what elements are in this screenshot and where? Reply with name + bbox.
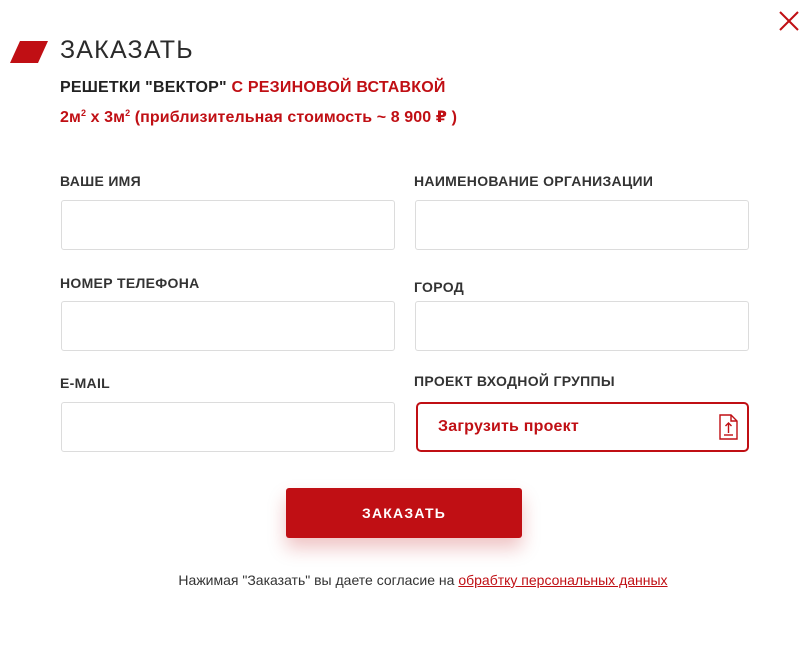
phone-label: НОМЕР ТЕЛЕФОНА: [60, 275, 200, 291]
org-label: НАИМЕНОВАНИЕ ОРГАНИЗАЦИИ: [414, 173, 654, 189]
city-input[interactable]: [415, 301, 749, 351]
name-input[interactable]: [61, 200, 395, 250]
email-label: E-MAIL: [60, 375, 111, 391]
modal-title: ЗАКАЗАТЬ: [60, 36, 194, 64]
product-variant: С РЕЗИНОВОЙ ВСТАВКОЙ: [231, 79, 446, 96]
upload-project-button[interactable]: Загрузить проект: [416, 402, 749, 452]
product-name: РЕШЕТКИ "ВЕКТОР" С РЕЗИНОВОЙ ВСТАВКОЙ: [60, 79, 446, 97]
privacy-link[interactable]: обрабтку персональных данных: [458, 572, 667, 588]
modal-header: ЗАКАЗАТЬ: [8, 36, 194, 65]
size-height: х 3м: [86, 109, 126, 126]
product-size-price: 2м2 х 3м2 (приблизительная стоимость ~ 8…: [60, 107, 457, 127]
name-label: ВАШЕ ИМЯ: [60, 173, 142, 189]
org-input[interactable]: [415, 200, 749, 250]
consent-prefix: Нажимая "Заказать" вы даете согласие на: [178, 572, 459, 588]
product-name-main: РЕШЕТКИ "ВЕКТОР": [60, 79, 227, 96]
close-icon[interactable]: [776, 8, 802, 34]
project-label: ПРОЕКТ ВХОДНОЙ ГРУППЫ: [414, 373, 615, 389]
submit-order-button[interactable]: ЗАКАЗАТЬ: [286, 488, 522, 538]
brand-parallelogram-icon: [10, 40, 48, 63]
file-upload-icon: [719, 414, 738, 440]
upload-project-label: Загрузить проект: [438, 418, 579, 435]
city-label: ГОРОД: [414, 279, 464, 295]
consent-text: Нажимая "Заказать" вы даете согласие на …: [0, 572, 810, 588]
phone-input[interactable]: [61, 301, 395, 351]
email-input[interactable]: [61, 402, 395, 452]
approx-price: (приблизительная стоимость ~ 8 900 ₽ ): [130, 109, 458, 126]
size-width: 2м: [60, 109, 81, 126]
